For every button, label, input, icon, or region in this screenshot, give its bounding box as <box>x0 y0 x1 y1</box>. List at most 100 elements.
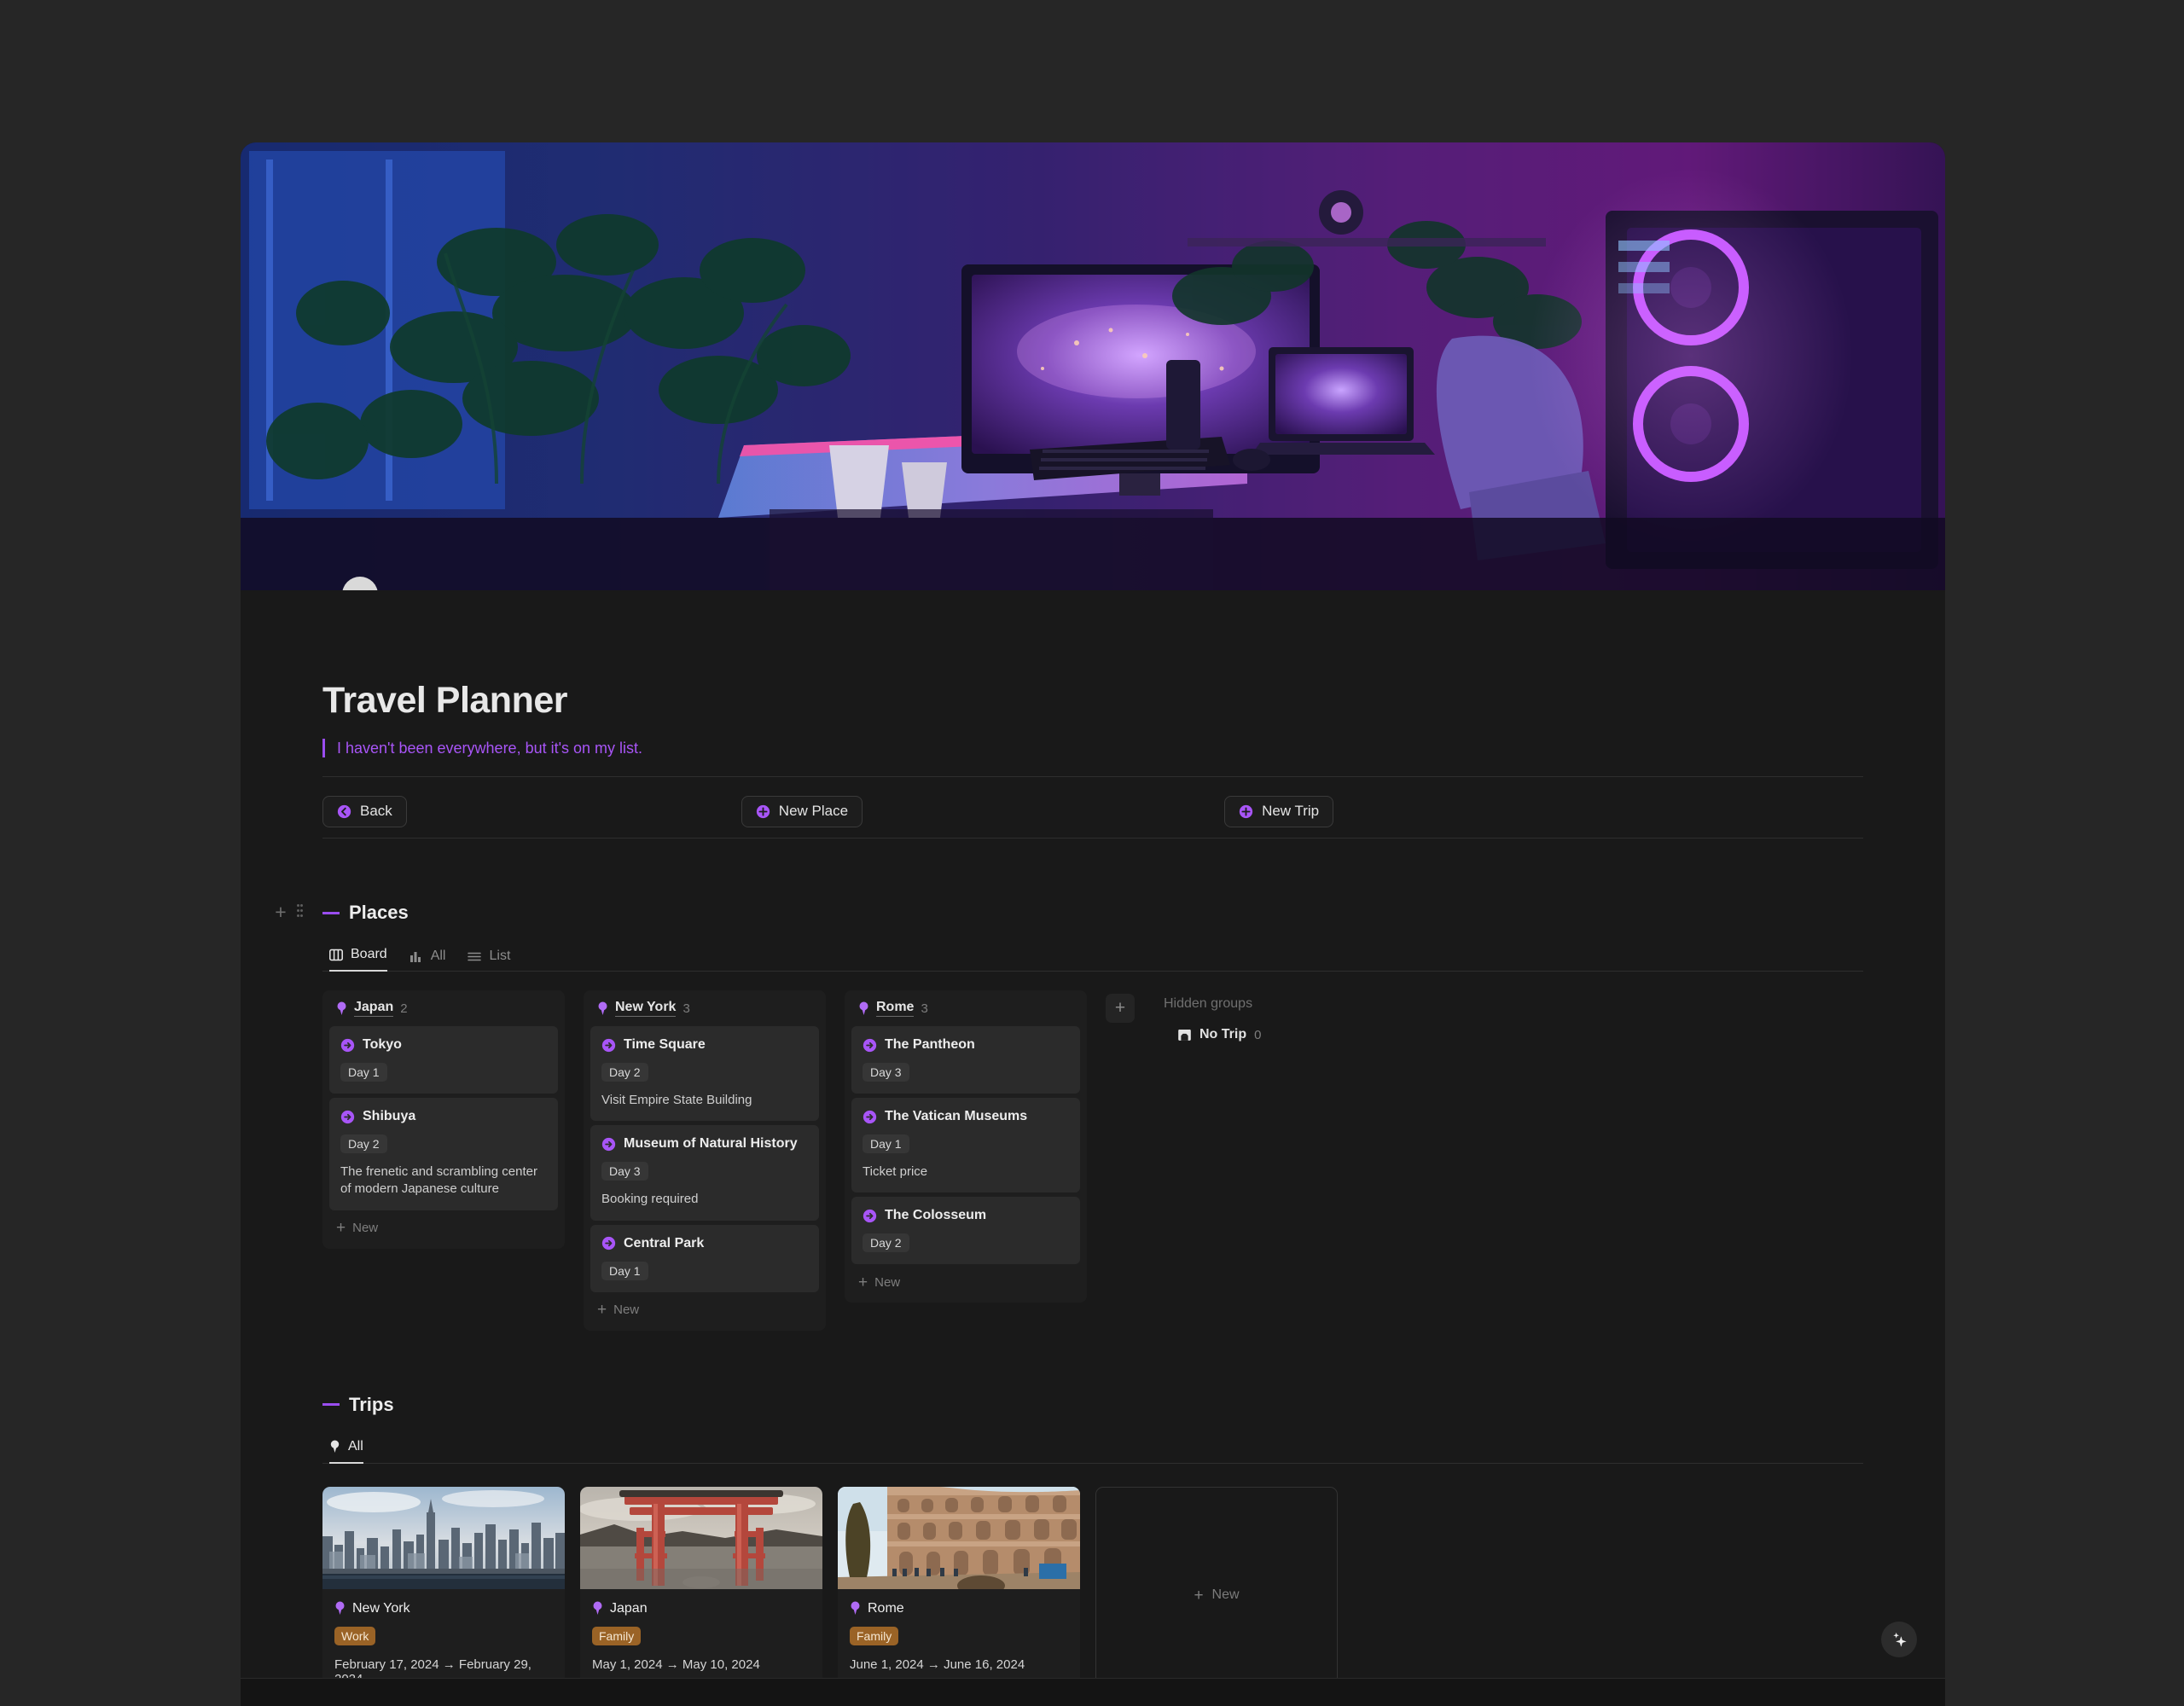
hidden-groups-panel: Hidden groups No Trip 0 <box>1164 990 1261 1042</box>
place-card[interactable]: The Pantheon Day 3 <box>851 1026 1080 1094</box>
section-dash <box>322 911 340 914</box>
places-section: + Places Board All List Japan 2 Tokyo Da… <box>275 901 1863 1331</box>
place-card-title: Shibuya <box>363 1109 416 1123</box>
trip-card[interactable]: Rome Family June 1, 2024 → June 16, 2024… <box>838 1486 1080 1706</box>
place-card[interactable]: The Vatican Museums Day 1 Ticket price <box>851 1098 1080 1193</box>
day-badge: Day 1 <box>340 1063 387 1082</box>
trips-view-tabs: All <box>322 1431 1863 1464</box>
plus-icon: + <box>597 1301 607 1319</box>
trip-cover-image <box>580 1486 822 1589</box>
place-card[interactable]: Tokyo Day 1 <box>329 1026 558 1094</box>
trip-name: Japan <box>610 1600 648 1616</box>
place-card-title: The Colosseum <box>885 1208 987 1223</box>
day-badge: Day 2 <box>340 1134 387 1153</box>
column-count: 3 <box>682 1001 690 1016</box>
column-header[interactable]: Rome 3 <box>851 990 1080 1026</box>
places-section-title: Places <box>349 902 409 923</box>
trips-grid: New York Work February 17, 2024 → Februa… <box>322 1486 1863 1706</box>
hidden-group-item[interactable]: No Trip 0 <box>1177 1027 1261 1042</box>
day-badge: Day 3 <box>863 1063 909 1082</box>
day-badge: Day 2 <box>863 1233 909 1253</box>
places-board: Japan 2 Tokyo Day 1 Shibuya Day 2 The fr… <box>322 990 1863 1331</box>
new-trip-card[interactable]: + New <box>1095 1486 1338 1704</box>
back-button[interactable]: Back <box>322 795 407 827</box>
place-card-note: The frenetic and scrambling center of mo… <box>340 1164 537 1197</box>
pin-icon <box>593 1601 602 1615</box>
column-name: New York <box>615 1000 677 1017</box>
trip-tag: Family <box>850 1626 899 1645</box>
place-card[interactable]: Museum of Natural History Day 3 Booking … <box>590 1125 819 1221</box>
trip-tag: Family <box>592 1626 642 1645</box>
bottom-bar <box>241 1678 1945 1706</box>
new-place-button-label: New Place <box>778 803 849 819</box>
chart-icon <box>410 951 421 962</box>
plus-icon: + <box>1194 1586 1204 1604</box>
plus-circle-icon <box>1239 804 1253 818</box>
arrow-right-circle-icon <box>601 1137 616 1151</box>
places-view-tabs: Board All List <box>322 939 1863 972</box>
drag-handle-icon[interactable] <box>297 904 309 920</box>
day-badge: Day 1 <box>601 1261 648 1280</box>
pin-icon <box>851 1601 860 1615</box>
pin-icon <box>598 1001 607 1015</box>
section-dash <box>322 1403 340 1406</box>
board-column: Japan 2 Tokyo Day 1 Shibuya Day 2 The fr… <box>322 990 565 1249</box>
tab-list[interactable]: List <box>468 949 510 972</box>
page-subtitle: I haven't been everywhere, but it's on m… <box>337 739 643 757</box>
place-card-title: Time Square <box>624 1037 706 1052</box>
trip-dates: May 1, 2024 → May 10, 2024 <box>592 1657 760 1672</box>
ai-assistant-button[interactable] <box>1881 1622 1917 1657</box>
sparkles-icon <box>1892 1632 1907 1647</box>
trip-name: Rome <box>868 1600 904 1616</box>
trip-card[interactable]: Japan Family May 1, 2024 → May 10, 2024 … <box>580 1486 822 1706</box>
location-pin-icon <box>342 577 378 590</box>
page-title: Travel Planner <box>322 680 568 721</box>
column-header[interactable]: New York 3 <box>590 990 819 1026</box>
place-card[interactable]: The Colosseum Day 2 <box>851 1197 1080 1265</box>
column-count: 3 <box>921 1001 928 1016</box>
place-card-title: Tokyo <box>363 1037 402 1052</box>
inbox-icon <box>1178 1029 1191 1041</box>
tab-all[interactable]: All <box>410 949 445 972</box>
pin-icon <box>337 1001 346 1015</box>
board-column: Rome 3 The Pantheon Day 3 The Vatican Mu… <box>845 990 1087 1303</box>
board-column: New York 3 Time Square Day 2 Visit Empir… <box>584 990 826 1331</box>
place-card[interactable]: Time Square Day 2 Visit Empire State Bui… <box>590 1026 819 1122</box>
column-new-button[interactable]: + New <box>851 1268 1080 1296</box>
place-card[interactable]: Central Park Day 1 <box>590 1224 819 1292</box>
add-block-icon[interactable]: + <box>271 902 290 921</box>
day-badge: Day 3 <box>601 1162 648 1181</box>
arrow-right-circle-icon <box>863 1038 877 1052</box>
day-badge: Day 1 <box>863 1134 909 1153</box>
trips-section-title: Trips <box>349 1393 394 1415</box>
new-trip-button[interactable]: New Trip <box>1224 795 1334 827</box>
hero-image <box>241 142 1945 590</box>
back-arrow-icon <box>337 804 351 818</box>
new-trip-card-label: New <box>1211 1587 1240 1602</box>
tab-board-label: Board <box>351 947 387 961</box>
place-card-title: Central Park <box>624 1235 705 1250</box>
add-column-button[interactable]: + <box>1106 994 1135 1023</box>
place-card-title: The Pantheon <box>885 1037 975 1052</box>
place-card-title: Museum of Natural History <box>624 1136 798 1152</box>
trip-card[interactable]: New York Work February 17, 2024 → Februa… <box>322 1486 565 1706</box>
place-card[interactable]: Shibuya Day 2 The frenetic and scramblin… <box>329 1098 558 1210</box>
trip-tag: Work <box>334 1626 376 1645</box>
hidden-groups-label: Hidden groups <box>1164 996 1253 1011</box>
new-place-button[interactable]: New Place <box>741 795 863 827</box>
trip-dates: June 1, 2024 → June 16, 2024 <box>850 1657 1025 1672</box>
app-page: Travel Planner I haven't been everywhere… <box>241 142 1945 1706</box>
column-new-button[interactable]: + New <box>590 1297 819 1324</box>
tab-board[interactable]: Board <box>329 947 387 972</box>
new-trip-button-label: New Trip <box>1262 803 1320 819</box>
column-name: Japan <box>354 1000 394 1017</box>
column-header[interactable]: Japan 2 <box>329 990 558 1026</box>
tab-trips-all[interactable]: All <box>329 1439 363 1464</box>
trip-cover-image <box>322 1486 565 1589</box>
plus-icon: + <box>336 1219 346 1237</box>
column-new-button[interactable]: + New <box>329 1215 558 1242</box>
column-new-label: New <box>874 1274 901 1290</box>
day-badge: Day 2 <box>601 1063 648 1082</box>
arrow-right-circle-icon <box>601 1038 616 1052</box>
column-new-label: New <box>613 1303 640 1317</box>
